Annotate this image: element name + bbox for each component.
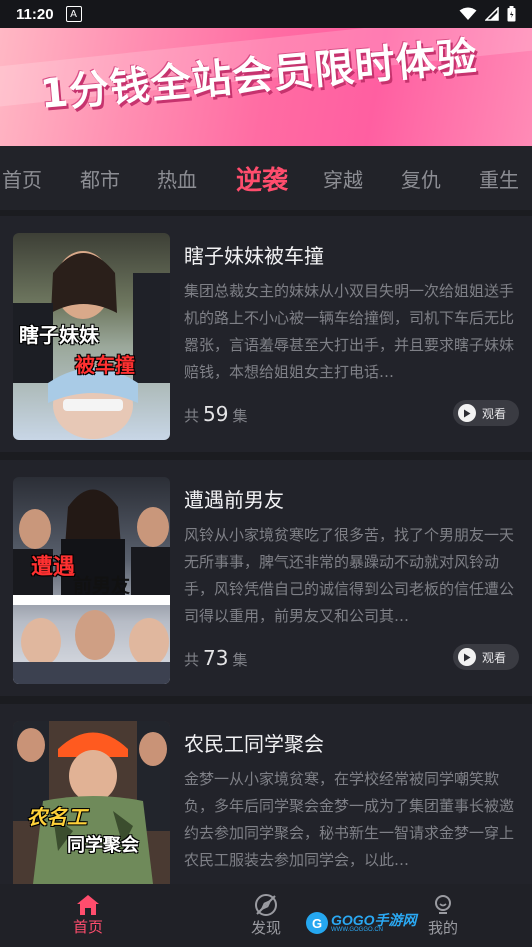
play-icon (458, 648, 476, 666)
drama-cover[interactable]: 遭遇 前男友 (13, 477, 170, 684)
status-time: 11:20 (16, 5, 54, 23)
watermark-text: GOGO手游网 (331, 912, 417, 928)
tab-timetravel[interactable]: 穿越 (323, 164, 363, 193)
wifi-icon (459, 7, 477, 20)
promo-banner[interactable]: 1分钱全站会员限时体验 (0, 28, 532, 146)
drama-description: 金梦一从小家境贫寒，在学校经常被同学嘲笑欺负，多年后同学聚会金梦一成为了集团董事… (184, 770, 515, 869)
watch-button[interactable]: 观看 (453, 400, 519, 426)
nav-home[interactable]: 首页 (48, 884, 128, 947)
drama-card[interactable]: 瞎子妹妹 被车撞 瞎子妹妹被车撞 集团总裁女主的妹妹从小双目失明一次给姐姐送手机… (0, 216, 532, 452)
drama-title[interactable]: 瞎子妹妹被车撞 (184, 240, 324, 269)
drama-card[interactable]: 农名工 同学聚会 农民工同学聚会 金梦一从小家境贫寒，在学校经常被同学嘲笑欺负，… (0, 704, 532, 884)
episode-count-suffix: 集 (232, 407, 248, 425)
bottom-nav: 首页 发现 我的 (0, 884, 532, 947)
category-tabs: 首页 都市 热血 逆袭 穿越 复仇 重生 (0, 146, 532, 210)
watermark-url: WWW.GOGGO.CN (331, 927, 383, 933)
cover-caption-line1: 农名工 (27, 805, 87, 829)
status-bar: 11:20 A (0, 0, 532, 28)
drama-description: 集团总裁女主的妹妹从小双目失明一次给姐姐送手机的路上不小心被一辆车给撞倒，司机下… (184, 282, 515, 381)
episode-count-prefix: 共 (184, 651, 200, 669)
tab-home[interactable]: 首页 (2, 164, 42, 193)
episode-count-number: 59 (203, 402, 229, 426)
tab-hotblood[interactable]: 热血 (157, 164, 197, 193)
compass-icon (255, 894, 277, 916)
tab-revenge[interactable]: 复仇 (401, 164, 441, 193)
nav-discover-label: 发现 (250, 919, 281, 937)
drama-cover[interactable]: 瞎子妹妹 被车撞 (13, 233, 170, 440)
episode-count: 共 73 集 (184, 646, 247, 670)
episode-count-suffix: 集 (232, 651, 248, 669)
notification-icon: A (65, 6, 82, 22)
nav-discover[interactable]: 发现 (226, 884, 306, 947)
episode-count: 共 59 集 (184, 402, 247, 426)
episode-count-number: 73 (203, 646, 229, 670)
battery-icon (507, 6, 516, 22)
drama-title[interactable]: 遭遇前男友 (184, 484, 284, 513)
watermark-logo-icon: G (306, 912, 328, 934)
drama-cover[interactable]: 农名工 同学聚会 (13, 721, 170, 884)
cover-caption-line1: 瞎子妹妹 (19, 323, 99, 347)
status-icons (459, 6, 516, 22)
tab-rebirth[interactable]: 重生 (479, 164, 519, 193)
play-icon (458, 404, 476, 422)
profile-icon (435, 895, 451, 914)
drama-description: 风铃从小家境贫寒吃了很多苦，找了个男朋友一天无所事事，脾气还非常的暴躁动不动就对… (184, 526, 515, 625)
cover-caption-line2: 同学聚会 (67, 835, 139, 856)
nav-mine-label: 我的 (427, 919, 458, 937)
signal-icon (485, 7, 499, 21)
banner-text: 1分钱全站会员限时体验 (38, 33, 480, 118)
drama-title[interactable]: 农民工同学聚会 (184, 728, 324, 757)
home-icon (77, 895, 99, 915)
watch-label: 观看 (482, 406, 507, 421)
cover-caption-line2: 被车撞 (75, 353, 135, 377)
episode-count-prefix: 共 (184, 407, 200, 425)
cover-caption-line2: 前男友 (73, 575, 131, 597)
site-watermark: G GOGO手游网 WWW.GOGGO.CN (306, 912, 417, 934)
watch-label: 观看 (482, 650, 507, 665)
tab-comeback[interactable]: 逆袭 (236, 160, 288, 197)
nav-home-label: 首页 (72, 918, 103, 936)
cover-caption-line1: 遭遇 (31, 555, 76, 580)
drama-card[interactable]: 遭遇 前男友 遭遇前男友 风铃从小家境贫寒吃了很多苦，找了个男朋友一天无所事事，… (0, 460, 532, 696)
watch-button[interactable]: 观看 (453, 644, 519, 670)
tab-urban[interactable]: 都市 (80, 164, 120, 193)
